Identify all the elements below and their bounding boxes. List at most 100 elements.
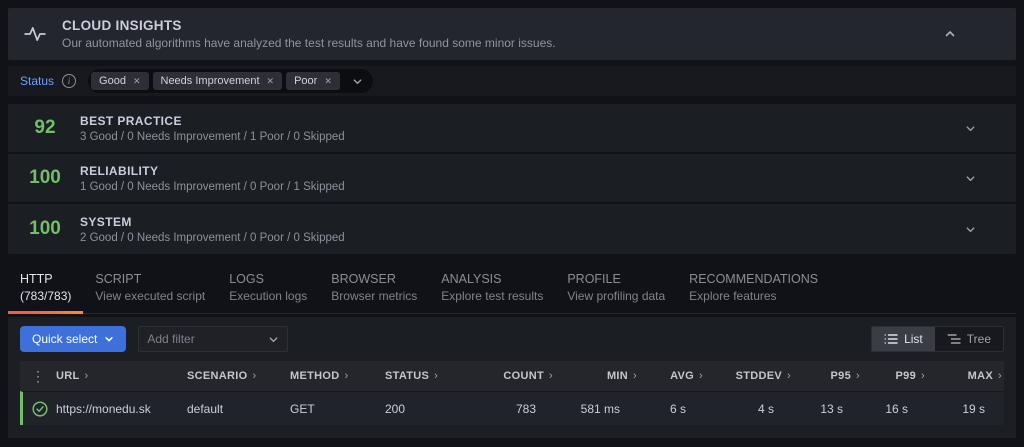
- tag-label: Needs Improvement: [160, 75, 260, 87]
- table-row[interactable]: https://monedu.sk default GET 200 783 58…: [20, 391, 1004, 425]
- page-subtitle: Our automated algorithms have analyzed t…: [62, 36, 556, 50]
- insight-summary: 2 Good / 0 Needs Improvement / 0 Poor / …: [80, 231, 345, 244]
- cell-min: 581 ms: [580, 401, 620, 416]
- column-label: METHOD: [290, 370, 340, 382]
- column-label: P99: [895, 370, 917, 382]
- chevron-down-icon: [105, 337, 114, 342]
- sort-icon: ›: [84, 370, 89, 382]
- result-tabs: HTTP (783/783) SCRIPT View executed scri…: [8, 266, 1016, 314]
- chevron-down-icon[interactable]: [965, 224, 976, 235]
- chevron-down-icon[interactable]: [965, 123, 976, 134]
- insight-title: RELIABILITY: [80, 163, 159, 178]
- tag-label: Poor: [294, 75, 318, 87]
- sort-icon: ›: [921, 370, 925, 382]
- chevron-down-icon: [268, 334, 279, 345]
- insight-categories: 92 BEST PRACTICE 3 Good / 0 Needs Improv…: [8, 104, 1016, 254]
- http-results-panel: Quick select Add filter List Tree ⋮ URL …: [8, 317, 1016, 438]
- add-filter-placeholder: Add filter: [147, 332, 195, 346]
- tab-analysis[interactable]: ANALYSIS Explore test results: [429, 266, 555, 313]
- tab-sublabel: Execution logs: [229, 289, 308, 303]
- column-header-max[interactable]: MAX ›: [927, 370, 1004, 382]
- cloud-insights-header: CLOUD INSIGHTS Our automated algorithms …: [8, 8, 1016, 60]
- tab-http[interactable]: HTTP (783/783): [8, 266, 84, 314]
- cell-p95: 13 s: [820, 401, 843, 416]
- page-title: CLOUD INSIGHTS: [62, 18, 182, 33]
- sort-icon: ›: [434, 370, 439, 382]
- status-tag-needs-improvement[interactable]: Needs Improvement ✕: [152, 72, 283, 90]
- column-header-avg[interactable]: AVG ›: [639, 370, 705, 382]
- add-filter-select[interactable]: Add filter: [138, 326, 289, 352]
- column-header-min[interactable]: MIN ›: [555, 370, 639, 382]
- insight-row-best-practice[interactable]: 92 BEST PRACTICE 3 Good / 0 Needs Improv…: [8, 104, 1016, 154]
- tab-label: SCRIPT: [95, 272, 142, 286]
- info-icon[interactable]: i: [62, 74, 77, 88]
- tab-label: BROWSER: [331, 272, 396, 286]
- column-label: MAX: [967, 370, 994, 382]
- tab-sublabel: View executed script: [95, 289, 206, 303]
- tab-browser[interactable]: BROWSER Browser metrics: [319, 266, 429, 313]
- sort-icon: ›: [998, 370, 1002, 382]
- sort-icon: ›: [699, 370, 703, 382]
- insight-title: SYSTEM: [80, 214, 132, 229]
- column-header-p95[interactable]: P95 ›: [793, 370, 862, 382]
- tab-profile[interactable]: PROFILE View profiling data: [555, 266, 677, 313]
- insight-text: SYSTEM 2 Good / 0 Needs Improvement / 0 …: [80, 215, 345, 244]
- status-multiselect[interactable]: Good ✕ Needs Improvement ✕ Poor ✕: [88, 69, 373, 93]
- tab-label: RECOMMENDATIONS: [689, 272, 819, 286]
- quick-select-button[interactable]: Quick select: [20, 326, 127, 352]
- column-header-url[interactable]: URL ›: [56, 370, 187, 382]
- sort-icon: ›: [633, 370, 637, 382]
- insight-row-system[interactable]: 100 SYSTEM 2 Good / 0 Needs Improvement …: [8, 204, 1016, 254]
- list-icon: [884, 334, 898, 344]
- chevron-up-icon[interactable]: [944, 28, 956, 40]
- close-icon[interactable]: ✕: [133, 76, 141, 87]
- column-header-p99[interactable]: P99 ›: [862, 370, 927, 382]
- status-tag-good[interactable]: Good ✕: [91, 72, 149, 90]
- tab-label: HTTP: [20, 272, 53, 286]
- column-header-status[interactable]: STATUS ›: [385, 370, 483, 382]
- insight-summary: 1 Good / 0 Needs Improvement / 0 Poor / …: [80, 180, 345, 193]
- quick-select-label: Quick select: [32, 332, 98, 346]
- insight-row-reliability[interactable]: 100 RELIABILITY 1 Good / 0 Needs Improve…: [8, 154, 1016, 204]
- status-filter-bar: Status i Good ✕ Needs Improvement ✕ Poor…: [8, 66, 1016, 96]
- header-text: CLOUD INSIGHTS Our automated algorithms …: [62, 18, 556, 50]
- status-tag-poor[interactable]: Poor ✕: [286, 72, 340, 90]
- table-header: ⋮ URL › SCENARIO › METHOD › STATUS › COU…: [20, 361, 1004, 391]
- pulse-activity-icon: [24, 23, 46, 45]
- sort-icon: ›: [549, 370, 553, 382]
- close-icon[interactable]: ✕: [324, 76, 332, 87]
- column-label: STDDEV: [735, 370, 783, 382]
- tab-sublabel: Browser metrics: [331, 289, 418, 303]
- column-header-method[interactable]: METHOD ›: [290, 370, 385, 382]
- cell-avg: 6 s: [669, 401, 686, 416]
- column-header-count[interactable]: COUNT ›: [483, 370, 555, 382]
- view-toggle-list[interactable]: List: [872, 327, 935, 351]
- tab-script[interactable]: SCRIPT View executed script: [83, 266, 217, 313]
- tab-sublabel: Explore features: [689, 289, 777, 303]
- chevron-down-icon[interactable]: [965, 173, 976, 184]
- score-value: 100: [29, 218, 61, 239]
- cell-url[interactable]: https://monedu.sk: [56, 402, 187, 416]
- tab-logs[interactable]: LOGS Execution logs: [217, 266, 319, 313]
- column-label: COUNT: [503, 370, 545, 382]
- close-icon[interactable]: ✕: [267, 76, 275, 87]
- kebab-menu-icon[interactable]: ⋮: [20, 368, 56, 385]
- column-label: P95: [830, 370, 852, 382]
- column-header-stddev[interactable]: STDDEV ›: [705, 370, 793, 382]
- tag-label: Good: [99, 75, 126, 87]
- score-value: 92: [34, 117, 56, 138]
- view-toggle-tree[interactable]: Tree: [935, 327, 1003, 351]
- tab-sublabel: Explore test results: [441, 289, 544, 303]
- column-header-scenario[interactable]: SCENARIO ›: [187, 370, 290, 382]
- chevron-down-icon[interactable]: [352, 76, 363, 87]
- insight-title: BEST PRACTICE: [80, 113, 182, 128]
- insight-text: BEST PRACTICE 3 Good / 0 Needs Improveme…: [80, 114, 345, 143]
- tab-label: ANALYSIS: [441, 272, 502, 286]
- sort-icon: ›: [856, 370, 860, 382]
- tab-recommendations[interactable]: RECOMMENDATIONS Explore features: [677, 266, 830, 313]
- column-label: AVG: [670, 370, 695, 382]
- cell-scenario: default: [187, 401, 224, 416]
- tab-sublabel: (783/783): [20, 289, 72, 303]
- insight-summary: 3 Good / 0 Needs Improvement / 1 Poor / …: [80, 130, 345, 143]
- cell-max: 19 s: [962, 401, 985, 416]
